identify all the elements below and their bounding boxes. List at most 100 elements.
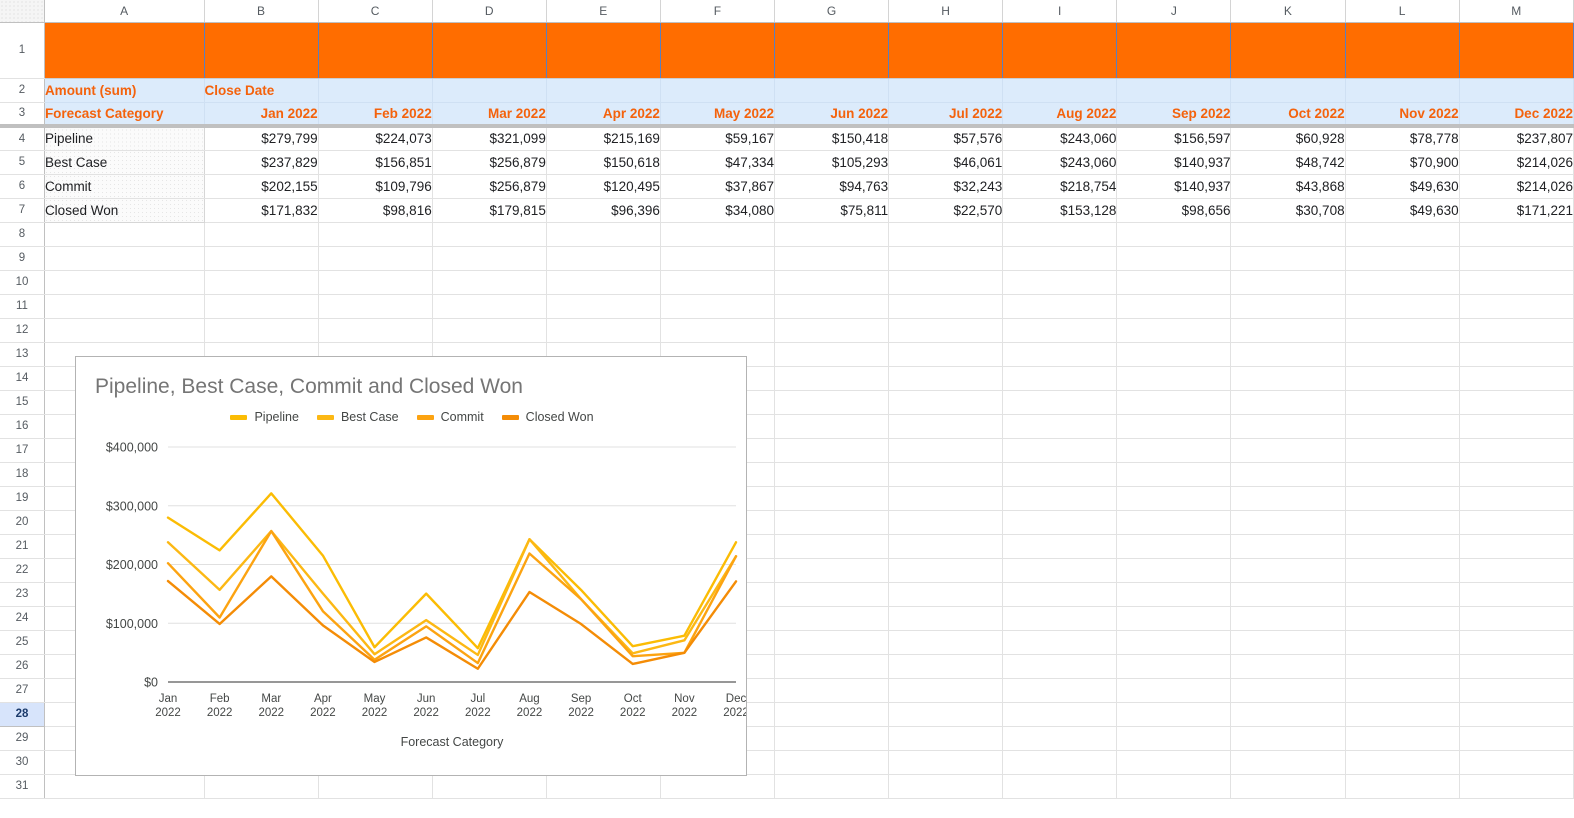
- grid-cell-empty[interactable]: [888, 414, 1004, 439]
- amount-cell[interactable]: $37,867: [660, 174, 776, 199]
- row-header-26[interactable]: 26: [0, 654, 45, 679]
- grid-cell-empty[interactable]: [1459, 462, 1574, 487]
- amount-cell[interactable]: $153,128: [1002, 198, 1118, 223]
- grid-cell-empty[interactable]: [660, 774, 776, 799]
- grid-cell-empty[interactable]: [1345, 342, 1460, 367]
- category-label-commit[interactable]: Commit: [44, 174, 205, 199]
- grid-cell-empty[interactable]: [1459, 294, 1574, 319]
- grid-cell-empty[interactable]: [44, 270, 205, 295]
- grid-cell-empty[interactable]: [1459, 726, 1574, 751]
- month-header-sep[interactable]: Sep 2022: [1116, 102, 1232, 128]
- row-header-16[interactable]: 16: [0, 414, 45, 439]
- grid-cell-empty[interactable]: [1116, 270, 1232, 295]
- grid-cell-empty[interactable]: [1459, 606, 1574, 631]
- grid-cell-empty[interactable]: [1230, 366, 1346, 391]
- row-header-24[interactable]: 24: [0, 606, 45, 631]
- grid-cell-empty[interactable]: [774, 486, 890, 511]
- grid-cell-empty[interactable]: [1116, 582, 1232, 607]
- select-all-corner[interactable]: [0, 0, 45, 23]
- grid-cell-empty[interactable]: [1116, 342, 1232, 367]
- amount-cell[interactable]: $48,742: [1230, 150, 1346, 175]
- amount-cell[interactable]: $214,026: [1459, 150, 1574, 175]
- month-header-dec[interactable]: Dec 2022: [1459, 102, 1574, 128]
- grid-cell-empty[interactable]: [1345, 294, 1460, 319]
- grid-cell-empty[interactable]: [1230, 654, 1346, 679]
- grid-cell-empty[interactable]: [1002, 726, 1118, 751]
- amount-cell[interactable]: $321,099: [432, 126, 547, 151]
- banner-cell[interactable]: [1116, 22, 1232, 79]
- grid-cell-empty[interactable]: [1345, 606, 1460, 631]
- grid-cell-empty[interactable]: [1116, 726, 1232, 751]
- grid-cell-empty[interactable]: [1002, 654, 1118, 679]
- grid-cell-empty[interactable]: [204, 318, 319, 343]
- amount-cell[interactable]: $22,570: [888, 198, 1004, 223]
- row-header-21[interactable]: 21: [0, 534, 45, 559]
- grid-cell-empty[interactable]: [1459, 486, 1574, 511]
- grid-cell-empty[interactable]: [660, 294, 776, 319]
- grid-cell-empty[interactable]: [1230, 486, 1346, 511]
- banner-cell[interactable]: [318, 22, 433, 79]
- grid-cell-empty[interactable]: [888, 726, 1004, 751]
- amount-cell[interactable]: $46,061: [888, 150, 1004, 175]
- column-header-f[interactable]: F: [660, 0, 776, 23]
- banner-cell[interactable]: [1345, 22, 1460, 79]
- amount-cell[interactable]: $150,618: [546, 150, 661, 175]
- row-header-22[interactable]: 22: [0, 558, 45, 583]
- grid-cell-empty[interactable]: [1116, 630, 1232, 655]
- grid-cell-empty[interactable]: [204, 222, 319, 247]
- grid-cell-empty[interactable]: [1002, 414, 1118, 439]
- grid-cell-empty[interactable]: [1230, 438, 1346, 463]
- grid-cell-empty[interactable]: [44, 774, 205, 799]
- amount-sum-label[interactable]: Amount (sum): [44, 78, 205, 103]
- grid-cell-empty[interactable]: [660, 270, 776, 295]
- grid-cell-empty[interactable]: [1459, 390, 1574, 415]
- amount-cell[interactable]: $156,597: [1116, 126, 1232, 151]
- grid-cell-empty[interactable]: [1116, 390, 1232, 415]
- row-header-25[interactable]: 25: [0, 630, 45, 655]
- amount-cell[interactable]: $218,754: [1002, 174, 1118, 199]
- grid-cell-empty[interactable]: [1345, 510, 1460, 535]
- grid-cell-empty[interactable]: [888, 342, 1004, 367]
- grid-cell-empty[interactable]: [1459, 246, 1574, 271]
- grid-cell-empty[interactable]: [774, 630, 890, 655]
- grid-cell-empty[interactable]: [888, 462, 1004, 487]
- grid-cell-empty[interactable]: [888, 486, 1004, 511]
- row-header-27[interactable]: 27: [0, 678, 45, 703]
- grid-cell-empty[interactable]: [1345, 318, 1460, 343]
- banner-cell[interactable]: [774, 22, 890, 79]
- row-header-15[interactable]: 15: [0, 390, 45, 415]
- row-header-23[interactable]: 23: [0, 582, 45, 607]
- grid-cell-empty[interactable]: [1002, 270, 1118, 295]
- grid-cell-empty[interactable]: [1230, 222, 1346, 247]
- grid-cell-empty[interactable]: [774, 366, 890, 391]
- month-header-aug[interactable]: Aug 2022: [1002, 102, 1118, 128]
- row-header-3[interactable]: 3: [0, 102, 45, 128]
- grid-cell-empty[interactable]: [1002, 534, 1118, 559]
- amount-cell[interactable]: $140,937: [1116, 150, 1232, 175]
- column-header-c[interactable]: C: [318, 0, 433, 23]
- grid-cell-empty[interactable]: [1345, 702, 1460, 727]
- column-header-h[interactable]: H: [888, 0, 1004, 23]
- banner-cell[interactable]: [44, 22, 205, 79]
- grid-cell-empty[interactable]: [1459, 678, 1574, 703]
- row-header-2[interactable]: 2: [0, 78, 45, 103]
- grid-cell-empty[interactable]: [204, 246, 319, 271]
- amount-cell[interactable]: $140,937: [1116, 174, 1232, 199]
- grid-cell-empty[interactable]: [1002, 318, 1118, 343]
- row-header-31[interactable]: 31: [0, 774, 45, 799]
- grid-cell-empty[interactable]: [1002, 678, 1118, 703]
- grid-cell-empty[interactable]: [546, 246, 661, 271]
- grid-cell-empty[interactable]: [888, 318, 1004, 343]
- header-blank-cell[interactable]: [774, 78, 890, 103]
- column-header-l[interactable]: L: [1345, 0, 1460, 23]
- banner-cell[interactable]: [204, 22, 319, 79]
- grid-cell-empty[interactable]: [774, 606, 890, 631]
- grid-cell-empty[interactable]: [1459, 558, 1574, 583]
- amount-cell[interactable]: $75,811: [774, 198, 890, 223]
- grid-cell-empty[interactable]: [888, 438, 1004, 463]
- grid-cell-empty[interactable]: [1002, 342, 1118, 367]
- column-header-j[interactable]: J: [1116, 0, 1232, 23]
- row-header-30[interactable]: 30: [0, 750, 45, 775]
- grid-cell-empty[interactable]: [1345, 462, 1460, 487]
- grid-cell-empty[interactable]: [1345, 630, 1460, 655]
